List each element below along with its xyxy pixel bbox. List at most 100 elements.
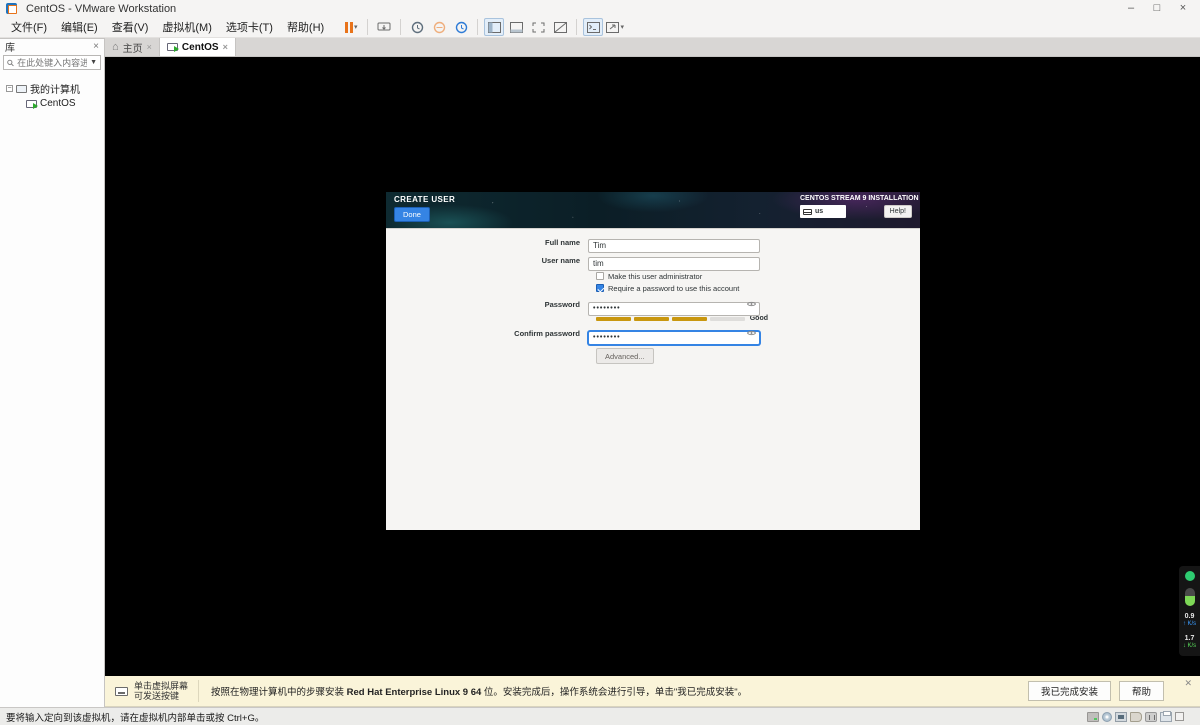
keyboard-layout-label: us [815, 208, 824, 215]
library-tree: − 我的计算机 CentOS [0, 80, 104, 110]
usb-icon[interactable] [1145, 711, 1157, 722]
show-thumbnail-bar-icon[interactable] [506, 18, 526, 36]
close-button[interactable]: × [1172, 2, 1194, 16]
restore-size-icon[interactable] [1175, 712, 1184, 721]
password-label: Password [544, 299, 580, 309]
network-adapter-icon[interactable] [1115, 711, 1127, 722]
tab-home-label: 主页 [122, 43, 143, 55]
menu-help[interactable]: 帮助(H) [280, 17, 331, 37]
password-strength-label: Good [749, 315, 768, 322]
keyboard-layout-indicator[interactable]: us [800, 205, 846, 218]
upload-unit: ↑ K/s [1182, 621, 1197, 627]
unity-mode-icon[interactable] [550, 18, 570, 36]
anaconda-create-user-screen: CREATE USER Done CENTOS STREAM 9 INSTALL… [386, 192, 920, 530]
revert-snapshot-icon[interactable] [429, 18, 449, 36]
send-keys-icon [115, 686, 128, 696]
full-name-label: Full name [544, 237, 580, 247]
search-input[interactable] [17, 57, 88, 68]
require-password-checkbox-row[interactable]: Require a password to use this account [596, 283, 920, 293]
home-icon: ⌂ [112, 41, 119, 53]
require-password-label: Require a password to use this account [608, 283, 740, 293]
device-status-icons [1087, 710, 1184, 722]
fullscreen-icon[interactable] [528, 18, 548, 36]
password-input[interactable] [588, 301, 760, 316]
tree-item-my-computer[interactable]: − 我的计算机 [0, 80, 104, 97]
tab-centos-close-icon[interactable]: × [223, 42, 228, 52]
menu-bar: 文件(F) 编辑(E) 查看(V) 虚拟机(M) 选项卡(T) 帮助(H) ▾ [0, 17, 1200, 38]
library-search[interactable]: ▼ [3, 55, 101, 70]
confirm-password-label: Confirm password [514, 328, 580, 338]
full-name-input[interactable] [588, 238, 760, 253]
easy-install-hint-bar: 单击虚拟屏幕 可发送按键 按照在物理计算机中的步骤安装 Red Hat Ente… [105, 676, 1200, 707]
vm-display[interactable]: CREATE USER Done CENTOS STREAM 9 INSTALL… [105, 57, 1200, 676]
finished-installing-button[interactable]: 我已完成安装 [1027, 681, 1111, 701]
hard-disk-icon[interactable] [1087, 711, 1099, 722]
advanced-button[interactable]: Advanced... [596, 348, 654, 364]
hint-tip-line1: 单击虚拟屏幕 [134, 681, 189, 691]
keyboard-icon [803, 208, 812, 215]
screen-title: CREATE USER [394, 195, 456, 204]
library-title: 库 [5, 43, 15, 54]
menu-edit[interactable]: 编辑(E) [54, 17, 105, 37]
installation-title: CENTOS STREAM 9 INSTALLATION [800, 195, 919, 202]
tree-item-label: CentOS [40, 98, 76, 109]
show-library-icon[interactable] [484, 18, 505, 36]
admin-checkbox-row[interactable]: Make this user administrator [596, 271, 920, 281]
search-dropdown-icon[interactable]: ▼ [90, 59, 97, 66]
done-button[interactable]: Done [394, 207, 430, 222]
take-snapshot-icon[interactable] [407, 18, 427, 36]
password-strength-bar: Good [596, 315, 768, 322]
suspend-pause-icon[interactable]: ▾ [341, 18, 361, 36]
vmware-logo-icon [6, 3, 17, 14]
show-password-icon[interactable] [747, 330, 756, 336]
menu-vm[interactable]: 虚拟机(M) [155, 17, 219, 37]
sound-icon[interactable] [1130, 711, 1142, 722]
menu-file[interactable]: 文件(F) [4, 17, 54, 37]
maximize-button[interactable]: □ [1146, 2, 1168, 16]
collapse-icon[interactable]: − [6, 85, 13, 92]
installer-header: CREATE USER Done CENTOS STREAM 9 INSTALL… [386, 192, 920, 228]
download-unit: ↓ K/s [1182, 643, 1197, 649]
hint-close-icon[interactable]: ✕ [1184, 678, 1192, 689]
status-message: 要将输入定向到该虚拟机，请在虚拟机内部单击或按 Ctrl+G。 [6, 712, 265, 724]
help-button[interactable]: Help! [883, 205, 912, 218]
printer-icon[interactable] [1160, 710, 1172, 722]
search-icon [7, 59, 14, 66]
tab-home[interactable]: ⌂ 主页 × [105, 38, 159, 56]
hint-tip-line2: 可发送按键 [134, 691, 180, 701]
upload-speed: 0.9 [1184, 613, 1195, 620]
admin-checkbox[interactable] [596, 272, 604, 280]
snapshot-manager-icon[interactable] [451, 18, 471, 36]
cdrom-icon[interactable] [1102, 711, 1112, 722]
tree-item-centos[interactable]: CentOS [0, 97, 104, 110]
toolbar: ▾ ▾ [341, 18, 625, 36]
tab-centos[interactable]: CentOS × [158, 38, 236, 56]
status-bar: 要将输入定向到该虚拟机，请在虚拟机内部单击或按 Ctrl+G。 [0, 707, 1200, 725]
status-dot-icon [1184, 571, 1195, 581]
library-panel: 库 × ▼ − 我的计算机 CentOS [0, 38, 105, 707]
ctrl-alt-del-icon[interactable] [374, 18, 394, 36]
menu-view[interactable]: 查看(V) [105, 17, 156, 37]
installer-body: Full name User name Make this user admin… [386, 228, 920, 530]
user-name-input[interactable] [588, 256, 760, 271]
capsule-indicator-icon [1184, 588, 1195, 606]
hint-help-button[interactable]: 帮助 [1118, 681, 1164, 701]
minimize-button[interactable]: – [1120, 2, 1142, 16]
tab-strip: ⌂ 主页 × CentOS × [105, 38, 1200, 57]
tree-item-label: 我的计算机 [30, 85, 80, 96]
monitor-overlay-widget[interactable]: 0.9 ↑ K/s 1.7 ↓ K/s [1179, 566, 1200, 656]
show-password-icon[interactable] [747, 301, 756, 307]
admin-checkbox-label: Make this user administrator [608, 271, 703, 281]
require-password-checkbox[interactable] [596, 284, 604, 292]
confirm-password-input[interactable] [588, 330, 760, 345]
console-view-icon[interactable] [583, 18, 604, 36]
tab-home-close-icon[interactable]: × [147, 42, 152, 52]
window-title: CentOS - VMware Workstation [26, 2, 177, 15]
easy-install-message: 按照在物理计算机中的步骤安装 Red Hat Enterprise Linux … [211, 687, 748, 698]
user-name-label: User name [541, 255, 580, 265]
menu-tabs[interactable]: 选项卡(T) [219, 17, 280, 37]
expand-display-icon[interactable]: ▾ [605, 18, 625, 36]
library-close-icon[interactable]: × [93, 41, 99, 52]
vm-icon [166, 43, 179, 52]
vm-icon [26, 99, 38, 109]
